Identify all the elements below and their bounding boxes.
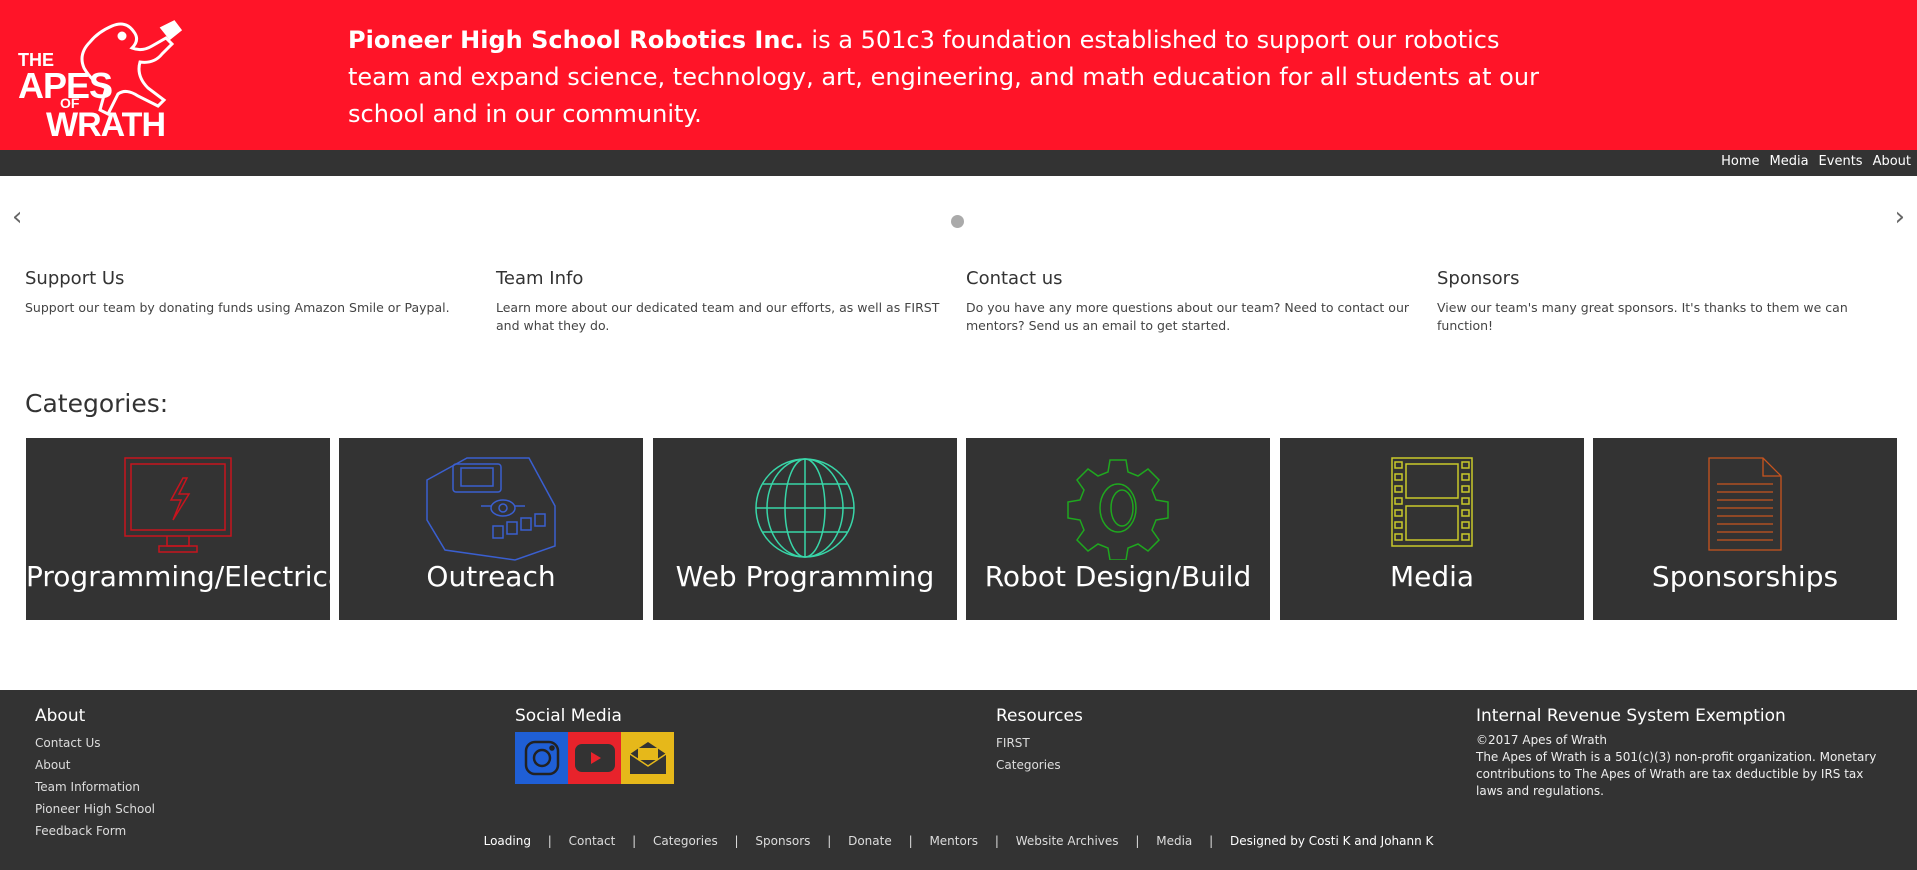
nav-media[interactable]: Media	[1770, 154, 1809, 169]
footer-resources-title: Resources	[996, 706, 1083, 726]
youtube-icon[interactable]	[568, 732, 621, 784]
site-header: THE APES OF WRATH Pioneer High School Ro…	[0, 0, 1917, 150]
footer-irs: Internal Revenue System Exemption ©2017 …	[1476, 706, 1886, 800]
header-tagline: Pioneer High School Robotics Inc. is a 5…	[348, 22, 1548, 133]
carousel-next-button[interactable]: ›	[1895, 202, 1905, 232]
footer-link-first[interactable]: FIRST	[996, 732, 1416, 754]
info-team-info[interactable]: Team Info Learn more about our dedicated…	[496, 268, 946, 335]
footer-link-categories[interactable]: Categories	[996, 754, 1416, 776]
bottom-link-donate[interactable]: Donate	[848, 834, 892, 848]
nav-about[interactable]: About	[1873, 154, 1911, 169]
info-text: Support our team by donating funds using…	[25, 300, 450, 315]
footer-social: Social Media	[515, 706, 935, 784]
bottom-link-categories[interactable]: Categories	[653, 834, 718, 848]
footer-link-about[interactable]: About	[35, 754, 455, 776]
category-tile-web-programming[interactable]: Web Programming	[653, 438, 957, 620]
footer-irs-text: The Apes of Wrath is a 501(c)(3) non-pro…	[1476, 750, 1877, 798]
footer-resources: Resources FIRST Categories	[996, 706, 1416, 776]
nav-links: Home Media Events About	[1721, 154, 1911, 169]
footer-link-contact-us[interactable]: Contact Us	[35, 732, 455, 754]
category-label: Web Programming	[675, 560, 935, 593]
category-tile-robot-design-build[interactable]: Robot Design/Build	[966, 438, 1270, 620]
footer-copyright: ©2017 Apes of Wrath	[1476, 733, 1607, 747]
bottom-link-website-archives[interactable]: Website Archives	[1016, 834, 1119, 848]
nav-events[interactable]: Events	[1819, 154, 1863, 169]
footer-about: About Contact Us About Team Information …	[35, 706, 455, 842]
category-label: Programming/Electrical	[26, 560, 353, 593]
globe-icon	[755, 458, 855, 558]
footer-loading-text: Loading	[483, 834, 531, 848]
instagram-icon[interactable]	[515, 732, 568, 784]
categories-heading: Categories:	[25, 389, 169, 418]
category-label: Sponsorships	[1651, 560, 1839, 593]
info-text: Learn more about our dedicated team and …	[496, 300, 940, 333]
bottom-link-mentors[interactable]: Mentors	[929, 834, 978, 848]
category-tile-sponsorships[interactable]: Sponsorships	[1593, 438, 1897, 620]
tagline-org-name: Pioneer High School Robotics Inc.	[348, 26, 804, 54]
film-strip-icon	[1391, 457, 1473, 547]
carousel-prev-button[interactable]: ‹	[12, 202, 22, 232]
footer-link-pioneer-high-school[interactable]: Pioneer High School	[35, 798, 455, 820]
logo-wrath-text: WRATH	[46, 106, 166, 144]
footer-about-title: About	[35, 706, 86, 726]
info-text: View our team's many great sponsors. It'…	[1437, 300, 1848, 333]
footer-link-team-information[interactable]: Team Information	[35, 776, 455, 798]
nav-home[interactable]: Home	[1721, 154, 1759, 169]
carousel-indicator-dot[interactable]	[951, 215, 964, 228]
footer-irs-title: Internal Revenue System Exemption	[1476, 706, 1786, 726]
robot-brick-icon	[426, 457, 556, 561]
social-icons	[515, 732, 935, 784]
site-footer: About Contact Us About Team Information …	[0, 690, 1917, 870]
info-sponsors[interactable]: Sponsors View our team's many great spon…	[1437, 268, 1887, 335]
category-label: Robot Design/Build	[984, 560, 1252, 593]
info-title: Sponsors	[1437, 268, 1520, 289]
category-tile-programming-electrical[interactable]: Programming/Electrical	[26, 438, 353, 620]
bottom-link-sponsors[interactable]: Sponsors	[755, 834, 810, 848]
footer-bottom-links: Loading | Contact | Categories | Sponsor…	[483, 834, 1434, 848]
document-icon	[1708, 457, 1782, 551]
footer-social-title: Social Media	[515, 706, 622, 726]
info-contact-us[interactable]: Contact us Do you have any more question…	[966, 268, 1416, 335]
info-title: Team Info	[496, 268, 584, 289]
nav-bar: Home Media Events About	[0, 150, 1917, 176]
monitor-lightning-icon	[124, 457, 232, 553]
gear-icon	[1067, 459, 1169, 560]
info-title: Support Us	[25, 268, 125, 289]
footer-credit: Designed by Costi K and Johann K	[1229, 834, 1434, 848]
info-text: Do you have any more questions about our…	[966, 300, 1410, 333]
info-support-us[interactable]: Support Us Support our team by donating …	[25, 268, 475, 317]
category-label: Media	[1389, 560, 1475, 593]
category-label: Outreach	[426, 560, 556, 593]
email-icon[interactable]	[621, 732, 674, 784]
bottom-link-contact[interactable]: Contact	[569, 834, 616, 848]
category-tile-outreach[interactable]: Outreach	[339, 438, 643, 620]
info-title: Contact us	[966, 268, 1063, 289]
bottom-link-media[interactable]: Media	[1156, 834, 1192, 848]
team-logo[interactable]: THE APES OF WRATH	[12, 18, 202, 148]
category-tile-media[interactable]: Media	[1280, 438, 1584, 620]
